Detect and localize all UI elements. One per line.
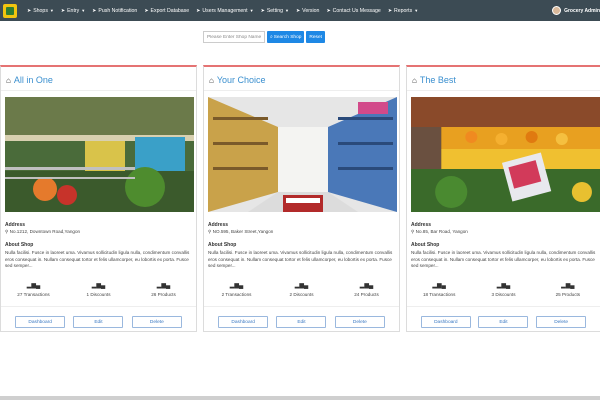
- app-logo[interactable]: [3, 3, 17, 18]
- shop-stats: ▂▆▄ 2 Transactions ▂▆▄ 2 Discounts ▂▆▄ 24 P…: [204, 282, 399, 297]
- edit-button[interactable]: Edit: [478, 316, 529, 328]
- bar-chart-icon: ▂▆▄: [359, 283, 374, 289]
- shop-address: ⚲ No.85, Bar Road, Yangon: [411, 229, 468, 234]
- user-menu[interactable]: Grocery Admin: [552, 0, 600, 21]
- nav-push-notification[interactable]: ➤ Push Notification: [92, 8, 137, 14]
- shop-image: [411, 97, 600, 212]
- reset-button[interactable]: Reset: [306, 31, 325, 43]
- shop-search-bar: ⌕Search Shop Reset: [203, 31, 325, 43]
- nav-contact-us-message[interactable]: ➤ Contact Us Message: [326, 8, 380, 14]
- caret-down-icon: ▼: [249, 8, 254, 13]
- caret-down-icon: ▼: [81, 8, 86, 13]
- horizontal-scrollbar[interactable]: [0, 396, 600, 400]
- shop-title[interactable]: ⌂ Your Choice: [209, 75, 266, 85]
- home-icon: ⌂: [209, 75, 214, 85]
- shop-card: ⌂ The Best Address ⚲ No.85, Bar Road, Yan…: [406, 65, 600, 332]
- edit-button[interactable]: Edit: [73, 316, 124, 328]
- bar-chart-icon: ▂▆▄: [229, 283, 244, 289]
- shop-title[interactable]: ⌂ The Best: [412, 75, 456, 85]
- search-shop-button[interactable]: ⌕ Search Shop: [267, 31, 305, 43]
- dashboard-button[interactable]: Dashboard: [218, 316, 269, 328]
- avatar: [552, 6, 562, 15]
- shop-address: ⚲ No.1212, Downtown Road,Yangon: [5, 229, 81, 234]
- dashboard-button[interactable]: Dashboard: [420, 316, 471, 328]
- top-navbar: ➤ Shops ▼ ➤ Entry ▼ ➤ Push Notification ➤ Expo…: [0, 0, 600, 21]
- caret-down-icon: ▼: [284, 8, 289, 13]
- home-icon: ⌂: [6, 75, 11, 85]
- dashboard-button[interactable]: Dashboard: [15, 316, 66, 328]
- edit-button[interactable]: Edit: [276, 316, 327, 328]
- home-icon: ⌂: [412, 75, 417, 85]
- shop-about: Nulla facilisi. Fusce in laoreet uma. Vi…: [5, 250, 190, 268]
- shop-about: Nulla facilisi. Fusce in laoreet uma. Vi…: [208, 250, 393, 268]
- shop-title[interactable]: ⌂ All in One: [6, 75, 53, 85]
- delete-button[interactable]: Delete: [536, 316, 587, 328]
- shop-address: ⚲ NO.595, Baker Street,Yangon: [208, 229, 274, 234]
- bar-chart-icon: ▂▆▄: [561, 283, 575, 289]
- bar-chart-icon: ▂▆▄: [26, 283, 41, 289]
- nav-setting[interactable]: ➤ Setting ▼: [261, 8, 289, 14]
- bar-chart-icon: ▂▆▄: [496, 283, 511, 289]
- bar-chart-icon: ▂▆▄: [294, 283, 309, 289]
- delete-button[interactable]: Delete: [334, 316, 385, 328]
- delete-button[interactable]: Delete: [131, 316, 182, 328]
- caret-down-icon: ▼: [414, 8, 419, 13]
- nav-users-management[interactable]: ➤ Users Management ▼: [196, 8, 253, 14]
- shop-stats: ▂▆▄ 27 Transactions ▂▆▄ 1 Discounts ▂▆▄ 26 …: [1, 282, 196, 297]
- shop-stats: ▂▆▄ 18 Transactions ▂▆▄ 3 Discounts ▂▆▄ 25 …: [407, 282, 600, 297]
- shop-card: ⌂ Your Choice Address ⚲ NO.595, Baker Str…: [203, 65, 400, 332]
- bar-chart-icon: ▂▆▄: [91, 283, 106, 289]
- shop-image: [5, 97, 194, 212]
- nav-version[interactable]: ➤ Version: [296, 8, 320, 14]
- nav-shops[interactable]: ➤ Shops ▼: [27, 8, 54, 14]
- shop-card: ⌂ All in One Address ⚲ No.1212, Downtown …: [0, 65, 197, 332]
- shop-image: [208, 97, 397, 212]
- nav-reports[interactable]: ➤ Reports ▼: [388, 8, 418, 14]
- shop-about: Nulla facilisi. Fusce in laoreet uma. Vi…: [411, 250, 596, 268]
- caret-down-icon: ▼: [49, 8, 54, 13]
- search-input[interactable]: [203, 31, 265, 43]
- nav-entry[interactable]: ➤ Entry ▼: [61, 8, 85, 14]
- bar-chart-icon: ▂▆▄: [156, 283, 171, 289]
- search-icon: ⌕: [270, 35, 273, 40]
- nav-export-database[interactable]: ➤ Export Database: [144, 8, 189, 14]
- bar-chart-icon: ▂▆▄: [432, 283, 446, 289]
